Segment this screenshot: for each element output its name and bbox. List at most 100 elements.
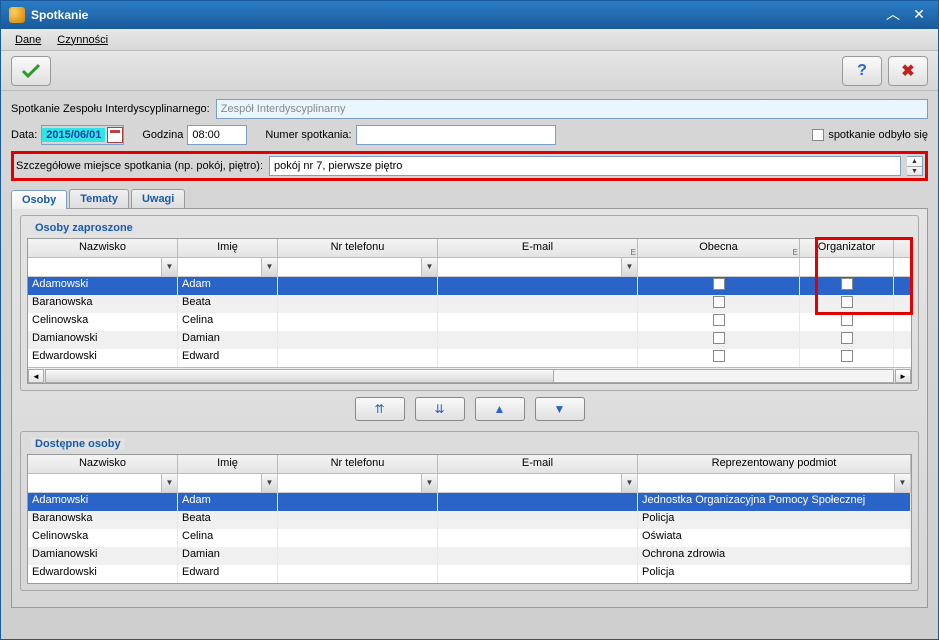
- cell-tel: [278, 277, 438, 295]
- invited-header: Nazwisko Imię Nr telefonu E-mailE Obecna…: [28, 239, 911, 258]
- title-bar: Spotkanie ︿ ✕: [1, 1, 938, 29]
- cell-organizator[interactable]: [800, 277, 894, 295]
- cell-email: [438, 493, 638, 511]
- col2-nazwisko[interactable]: Nazwisko: [28, 455, 178, 473]
- col-obecna[interactable]: ObecnaE: [638, 239, 800, 257]
- up-icon: ▲: [494, 402, 506, 416]
- organizator-checkbox[interactable]: [841, 296, 853, 308]
- filter-org[interactable]: [800, 258, 894, 276]
- location-spinner[interactable]: ▲▼: [907, 156, 923, 176]
- col-nazwisko[interactable]: Nazwisko: [28, 239, 178, 257]
- cancel-button[interactable]: ✖: [888, 56, 928, 86]
- cell-obecna[interactable]: [638, 277, 800, 295]
- col-nr-telefonu[interactable]: Nr telefonu: [278, 239, 438, 257]
- table-row[interactable]: AdamowskiAdamJednostka Organizacyjna Pom…: [28, 493, 911, 511]
- calendar-icon[interactable]: [107, 127, 123, 143]
- invited-hscroll[interactable]: ◄ ►: [28, 367, 911, 383]
- tab-tematy[interactable]: Tematy: [69, 189, 129, 208]
- col-email[interactable]: E-mailE: [438, 239, 638, 257]
- confirm-button[interactable]: [11, 56, 51, 86]
- date-label: Data:: [11, 129, 37, 141]
- move-all-up-button[interactable]: ⇈: [355, 397, 405, 421]
- cell-organizator[interactable]: [800, 295, 894, 313]
- cell-obecna[interactable]: [638, 295, 800, 313]
- cell-organizator[interactable]: [800, 331, 894, 349]
- cell-nazwisko: Adamowski: [28, 493, 178, 511]
- obecna-checkbox[interactable]: [713, 278, 725, 290]
- cell-tel: [278, 349, 438, 367]
- time-field[interactable]: [187, 125, 247, 145]
- obecna-checkbox[interactable]: [713, 332, 725, 344]
- table-row[interactable]: DamianowskiDamianOchrona zdrowia: [28, 547, 911, 565]
- tab-panel-osoby: Osoby zaproszone Nazwisko Imię Nr telefo…: [11, 208, 928, 608]
- filter-imie[interactable]: ▼: [178, 258, 278, 276]
- filter2-tel[interactable]: ▼: [278, 474, 438, 492]
- toolbar: ? ✖: [1, 51, 938, 91]
- table-row[interactable]: EdwardowskiEdward: [28, 349, 911, 367]
- tab-uwagi[interactable]: Uwagi: [131, 189, 185, 208]
- obecna-checkbox[interactable]: [713, 350, 725, 362]
- team-field[interactable]: [216, 99, 928, 119]
- scroll-right-icon[interactable]: ►: [895, 369, 911, 383]
- filter-email[interactable]: ▼: [438, 258, 638, 276]
- table-row[interactable]: CelinowskaCelina: [28, 313, 911, 331]
- filter-nazwisko[interactable]: ▼: [28, 258, 178, 276]
- col2-email[interactable]: E-mail: [438, 455, 638, 473]
- organizator-checkbox[interactable]: [841, 332, 853, 344]
- col2-rep[interactable]: Reprezentowany podmiot: [638, 455, 911, 473]
- col-organizator[interactable]: Organizator: [800, 239, 894, 257]
- scroll-left-icon[interactable]: ◄: [28, 369, 44, 383]
- move-up-button[interactable]: ▲: [475, 397, 525, 421]
- organizator-checkbox[interactable]: [841, 350, 853, 362]
- cell-obecna[interactable]: [638, 313, 800, 331]
- filter2-imie[interactable]: ▼: [178, 474, 278, 492]
- chevron-down-icon[interactable]: ▼: [161, 258, 177, 276]
- table-row[interactable]: BaranowskaBeata: [28, 295, 911, 313]
- date-field[interactable]: 2015/06/01: [42, 128, 105, 142]
- filter-tel[interactable]: ▼: [278, 258, 438, 276]
- col2-imie[interactable]: Imię: [178, 455, 278, 473]
- filter2-email[interactable]: ▼: [438, 474, 638, 492]
- tab-osoby[interactable]: Osoby: [11, 190, 67, 209]
- col2-tel[interactable]: Nr telefonu: [278, 455, 438, 473]
- chevron-down-icon[interactable]: ▼: [621, 474, 637, 492]
- move-down-button[interactable]: ▼: [535, 397, 585, 421]
- chevron-down-icon[interactable]: ▼: [261, 474, 277, 492]
- cell-organizator[interactable]: [800, 313, 894, 331]
- cell-imie: Adam: [178, 493, 278, 511]
- meeting-number-field[interactable]: [356, 125, 556, 145]
- filter2-rep[interactable]: ▼: [638, 474, 911, 492]
- chevron-down-icon[interactable]: ▼: [261, 258, 277, 276]
- chevron-down-icon[interactable]: ▼: [421, 258, 437, 276]
- move-all-down-button[interactable]: ⇊: [415, 397, 465, 421]
- filter2-nazwisko[interactable]: ▼: [28, 474, 178, 492]
- obecna-checkbox[interactable]: [713, 314, 725, 326]
- menu-czynnosci[interactable]: Czynności: [49, 34, 116, 46]
- chevron-down-icon[interactable]: ▼: [161, 474, 177, 492]
- available-filter-row: ▼ ▼ ▼ ▼ ▼: [28, 474, 911, 493]
- filter-obecna[interactable]: [638, 258, 800, 276]
- cell-organizator[interactable]: [800, 349, 894, 367]
- table-row[interactable]: BaranowskaBeataPolicja: [28, 511, 911, 529]
- cell-obecna[interactable]: [638, 331, 800, 349]
- time-label: Godzina: [142, 129, 183, 141]
- table-row[interactable]: CelinowskaCelinaOświata: [28, 529, 911, 547]
- cell-obecna[interactable]: [638, 349, 800, 367]
- chevron-down-icon[interactable]: ▼: [894, 474, 910, 492]
- menu-dane[interactable]: Dane: [7, 34, 49, 46]
- collapse-button[interactable]: ︿: [882, 6, 904, 24]
- obecna-checkbox[interactable]: [713, 296, 725, 308]
- table-row[interactable]: DamianowskiDamian: [28, 331, 911, 349]
- table-row[interactable]: EdwardowskiEdwardPolicja: [28, 565, 911, 583]
- table-row[interactable]: AdamowskiAdam: [28, 277, 911, 295]
- organizator-checkbox[interactable]: [841, 314, 853, 326]
- col-imie[interactable]: Imię: [178, 239, 278, 257]
- cell-email: [438, 349, 638, 367]
- location-field[interactable]: [269, 156, 901, 176]
- help-button[interactable]: ?: [842, 56, 882, 86]
- chevron-down-icon[interactable]: ▼: [621, 258, 637, 276]
- meeting-held-checkbox[interactable]: [812, 129, 824, 141]
- chevron-down-icon[interactable]: ▼: [421, 474, 437, 492]
- close-window-button[interactable]: ✕: [908, 6, 930, 24]
- organizator-checkbox[interactable]: [841, 278, 853, 290]
